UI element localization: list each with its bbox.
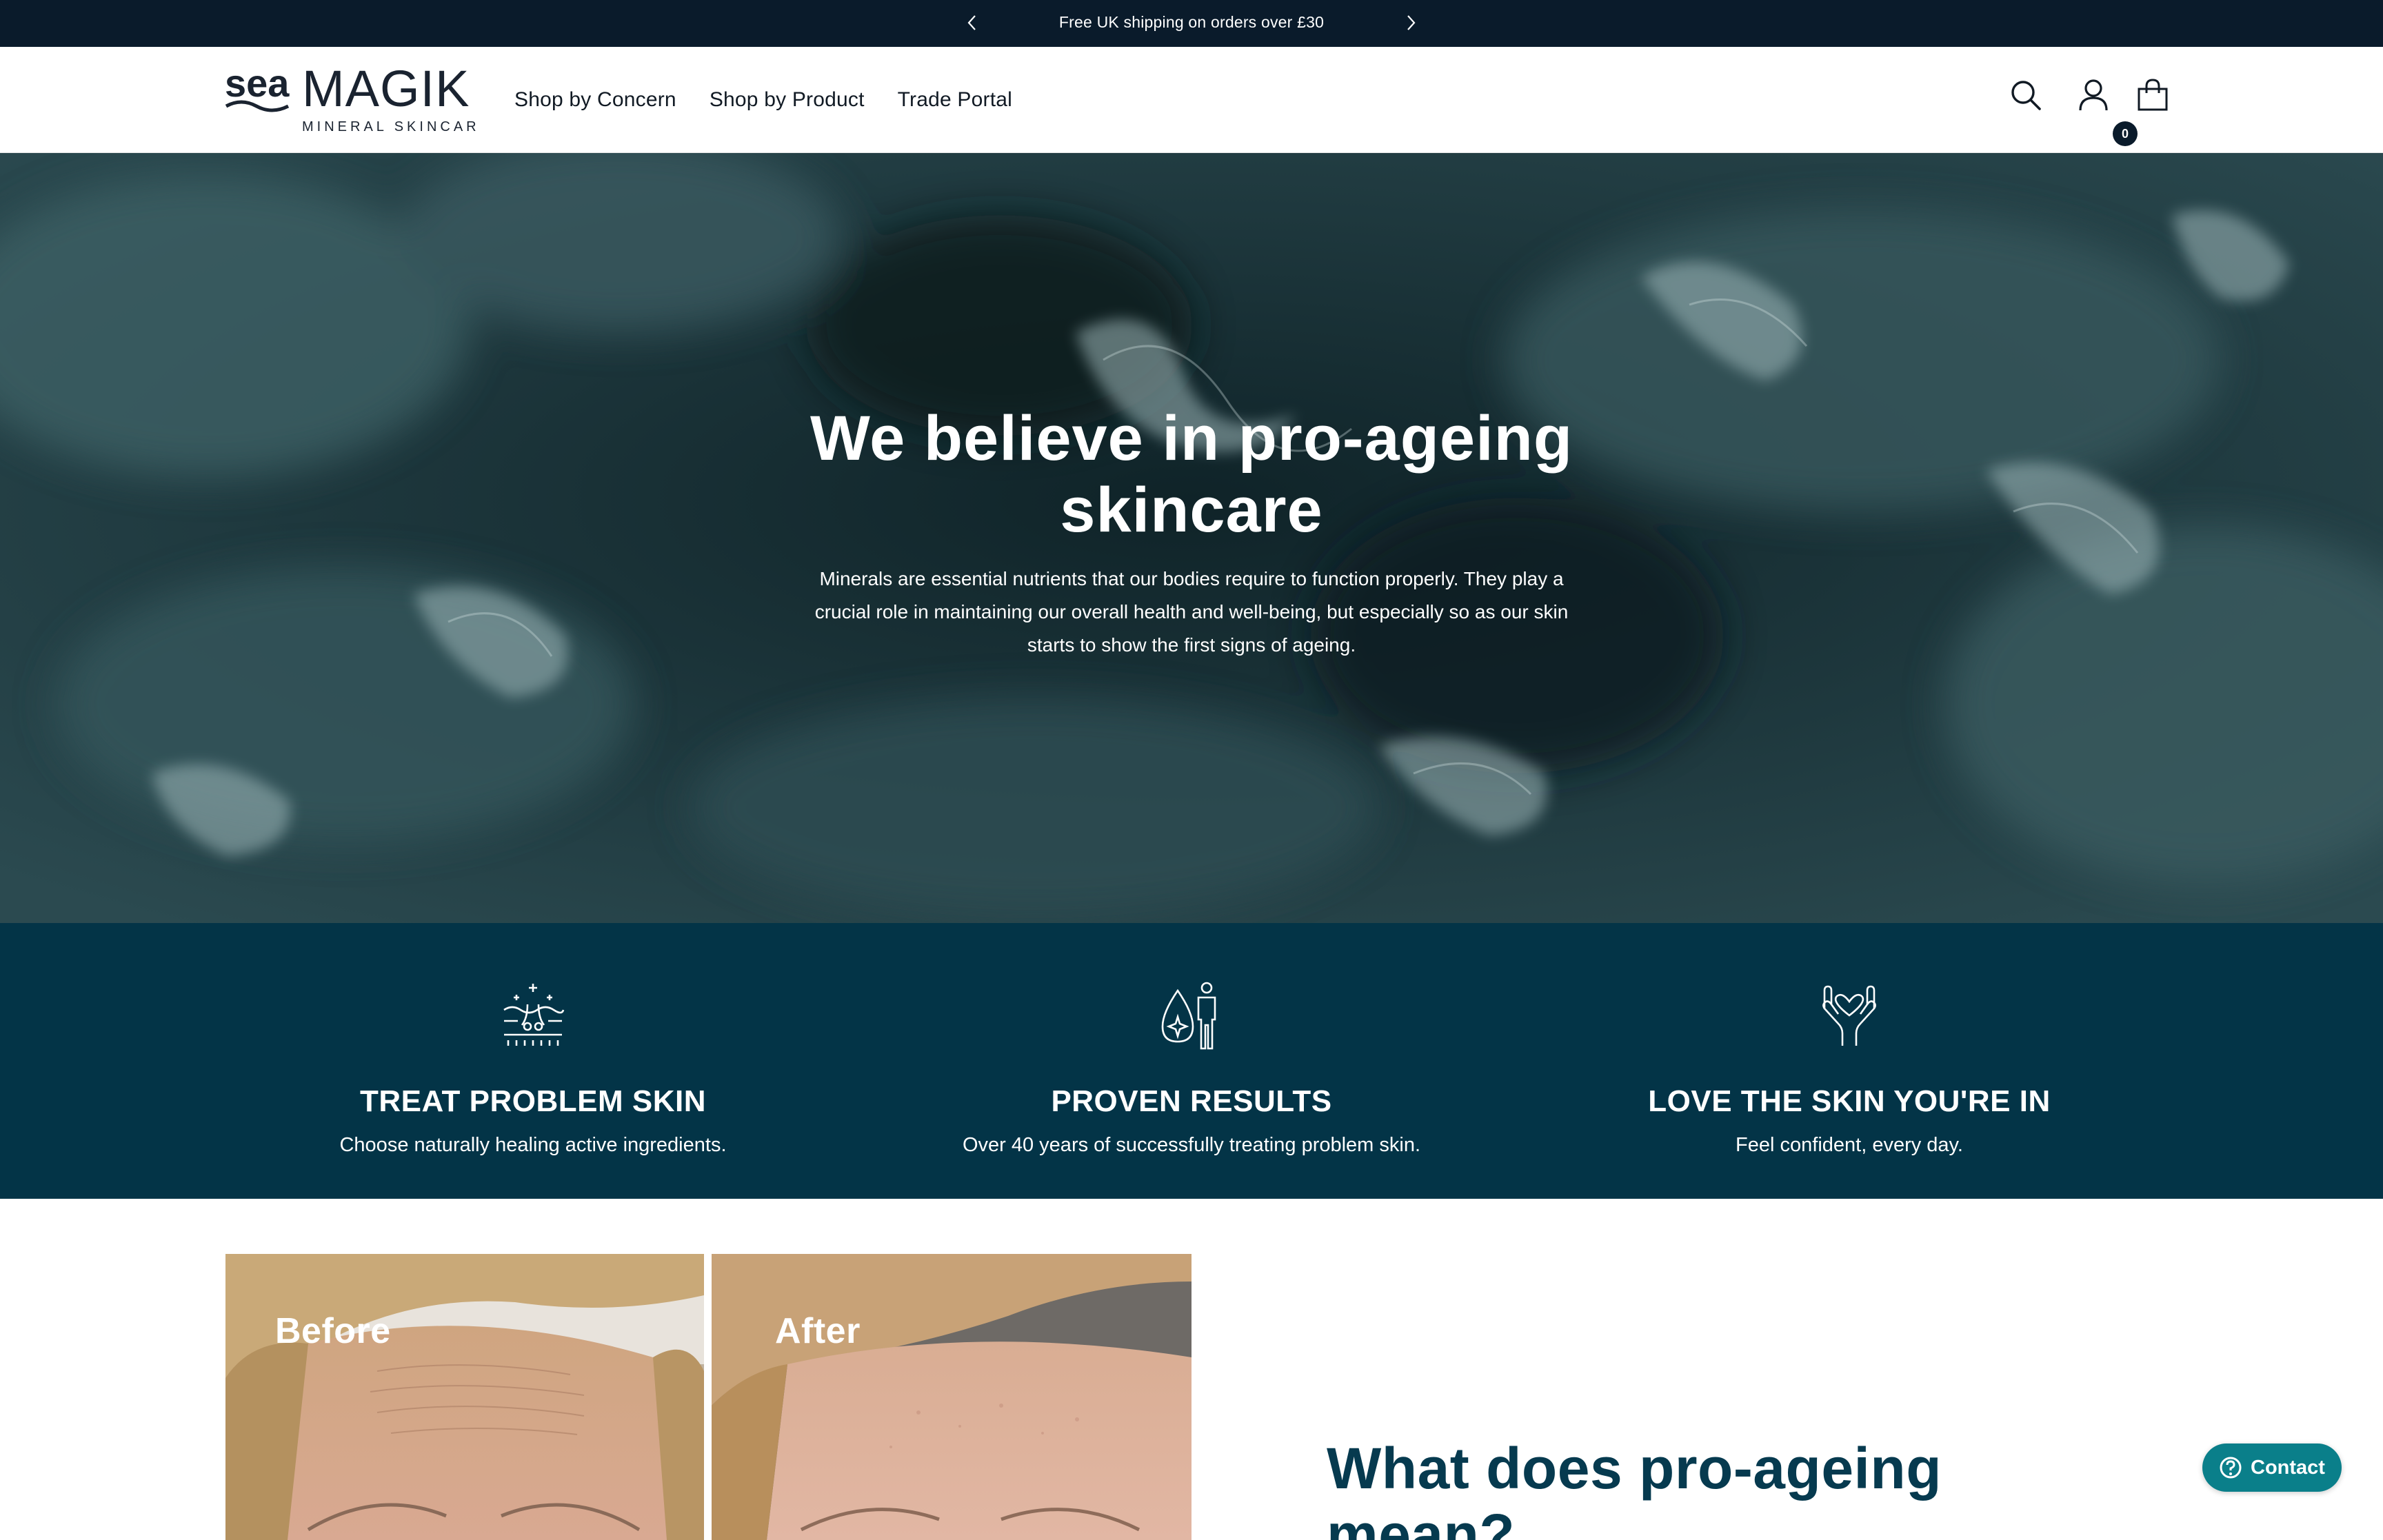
after-image: After xyxy=(712,1254,1192,1540)
search-icon[interactable] xyxy=(2007,74,2045,116)
announcement-text: Free UK shipping on orders over £30 xyxy=(1058,13,1325,31)
help-circle-icon xyxy=(2219,1456,2242,1479)
site-logo[interactable]: sea MAGIK MINERAL SKINCARE xyxy=(225,60,489,138)
hands-heart-icon xyxy=(1815,977,1884,1053)
nav-shop-by-concern[interactable]: Shop by Concern xyxy=(514,88,676,112)
site-header: sea MAGIK MINERAL SKINCARE Shop by Conce… xyxy=(0,47,2383,153)
account-icon[interactable] xyxy=(2074,74,2113,116)
features-band: TREAT PROBLEM SKIN Choose naturally heal… xyxy=(0,923,2383,1199)
nav-trade-portal[interactable]: Trade Portal xyxy=(898,88,1012,112)
hero-title: We believe in pro-ageing skincare xyxy=(810,403,1573,545)
feature-desc: Feel confident, every day. xyxy=(1736,1134,1963,1156)
cart-icon[interactable] xyxy=(2133,74,2172,116)
feature-love-the-skin: LOVE THE SKIN YOU'RE IN Feel confident, … xyxy=(1539,923,2160,1199)
main-nav: Shop by Concern Shop by Product Trade Po… xyxy=(514,47,1012,153)
logo-wordmark-main: MAGIK xyxy=(302,61,470,117)
nav-shop-by-product[interactable]: Shop by Product xyxy=(710,88,865,112)
hero-text: Minerals are essential nutrients that ou… xyxy=(814,568,1569,656)
feature-title: PROVEN RESULTS xyxy=(1051,1084,1332,1118)
feature-desc: Choose naturally healing active ingredie… xyxy=(339,1134,727,1156)
skin-layers-icon xyxy=(499,977,567,1053)
feature-desc: Over 40 years of successfully treating p… xyxy=(962,1134,1421,1156)
logo-wordmark-top: sea xyxy=(225,61,290,105)
before-image: Before xyxy=(225,1254,704,1540)
feature-title: LOVE THE SKIN YOU'RE IN xyxy=(1648,1084,2051,1118)
feature-treat-problem-skin: TREAT PROBLEM SKIN Choose naturally heal… xyxy=(223,923,843,1199)
contact-label: Contact xyxy=(2251,1456,2325,1479)
hero-banner: We believe in pro-ageing skincare Minera… xyxy=(0,153,2383,923)
pro-ageing-heading: What does pro-ageing mean? xyxy=(1327,1436,1942,1540)
after-label: After xyxy=(775,1311,861,1351)
contact-button[interactable]: Contact xyxy=(2202,1443,2342,1492)
cart-count-badge: 0 xyxy=(2113,121,2138,146)
logo-wordmark-sub: MINERAL SKINCARE xyxy=(302,119,480,134)
announcement-bar: Free UK shipping on orders over £30 xyxy=(0,0,2383,47)
drop-person-icon xyxy=(1157,977,1226,1053)
before-label: Before xyxy=(275,1311,391,1351)
chevron-right-icon[interactable] xyxy=(1401,12,1422,33)
feature-proven-results: PROVEN RESULTS Over 40 years of successf… xyxy=(881,923,1502,1199)
feature-title: TREAT PROBLEM SKIN xyxy=(360,1084,706,1118)
